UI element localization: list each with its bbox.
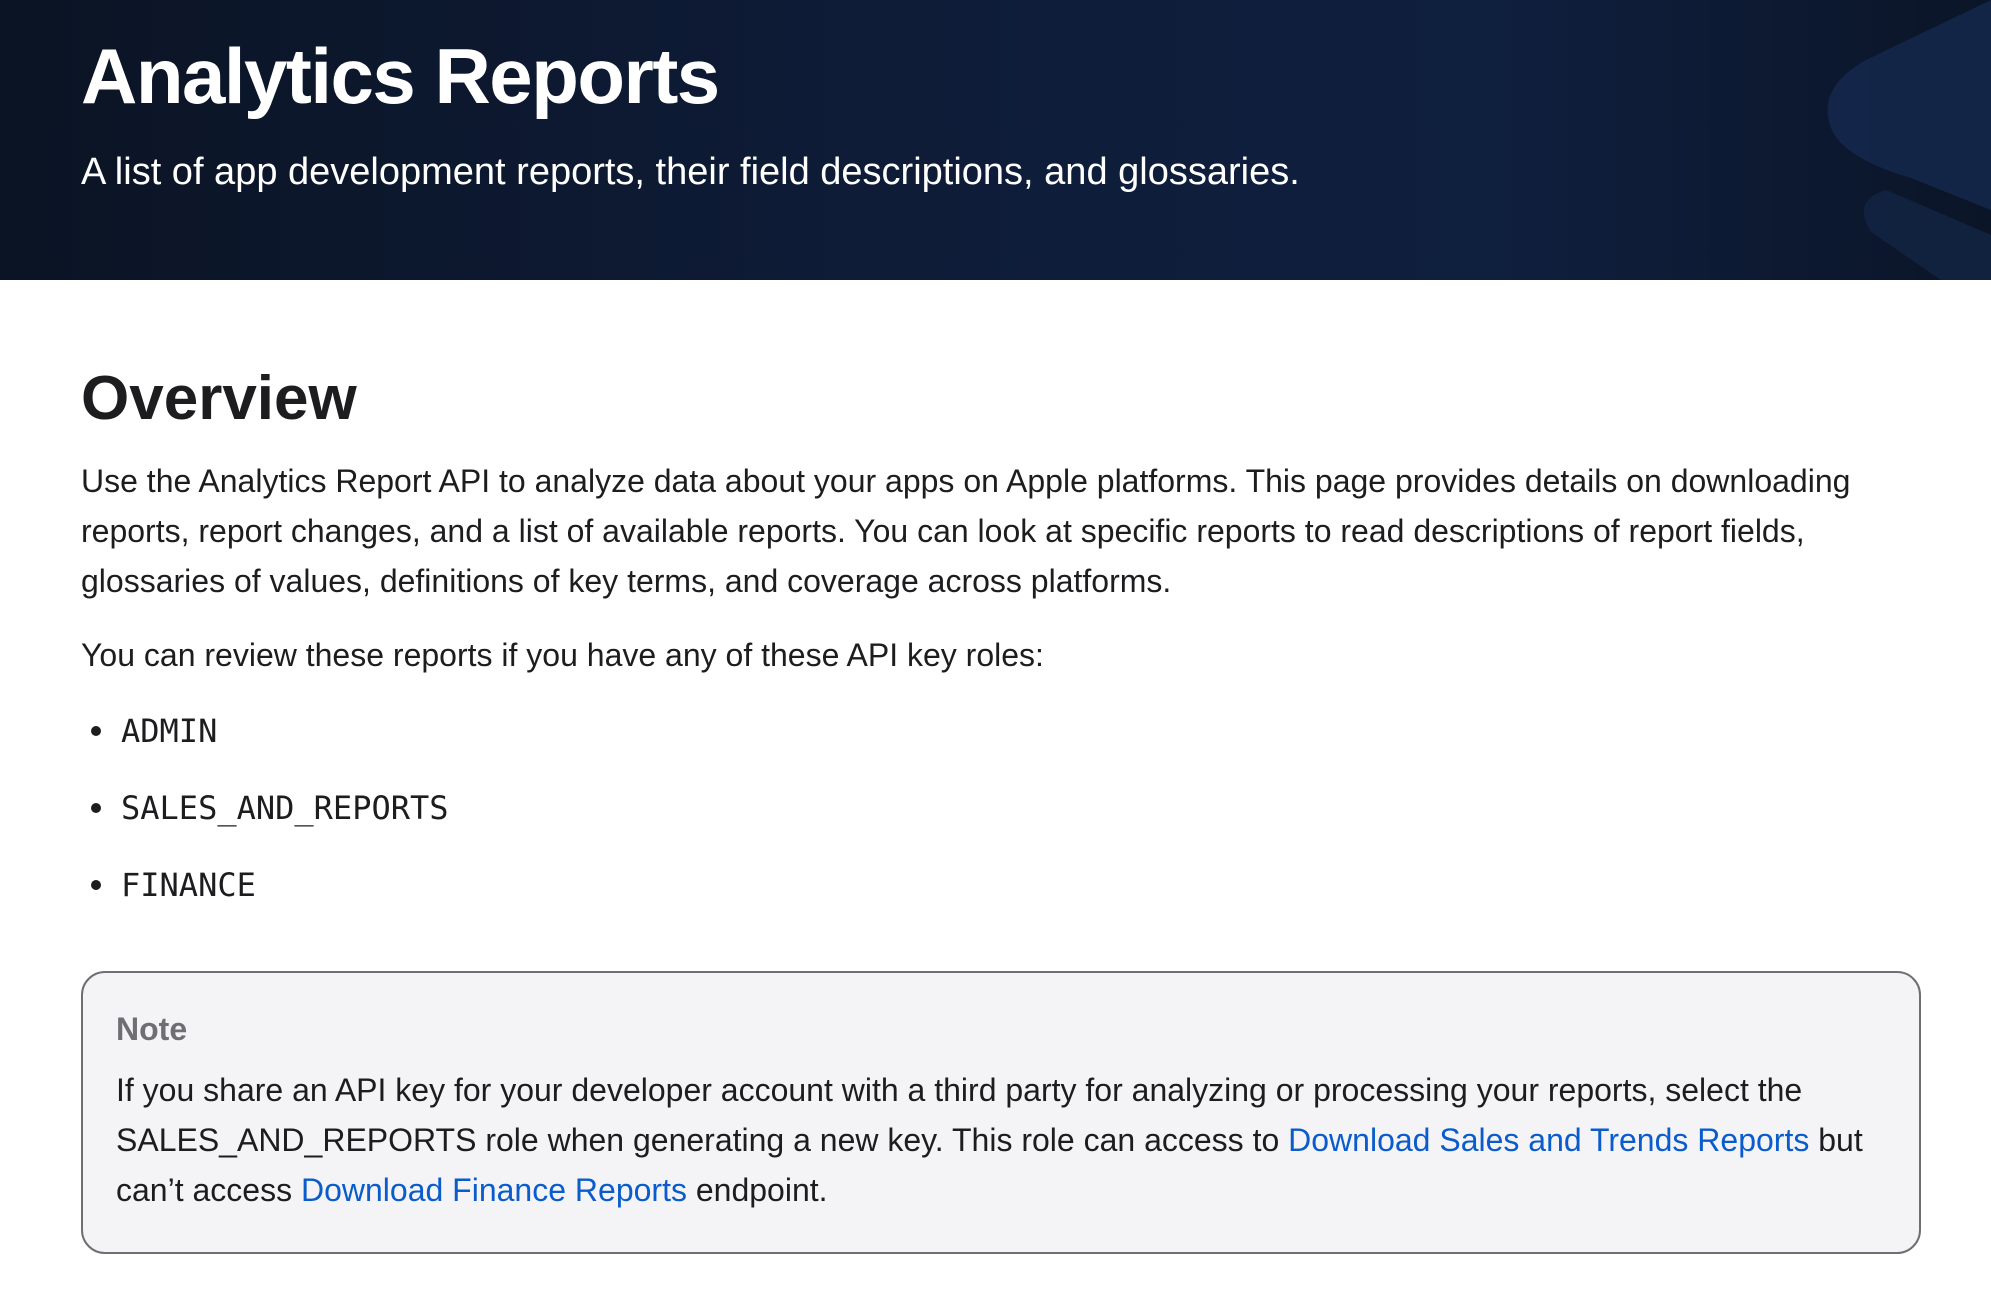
note-text: If you share an API key for your develop… (116, 1065, 1886, 1215)
page-hero: Analytics Reports A list of app developm… (0, 0, 1991, 280)
overview-heading: Overview (81, 364, 357, 433)
role-list-item: SALES_AND_REPORTS (81, 783, 1921, 860)
note-text-end: endpoint. (686, 1172, 828, 1208)
role-name: ADMIN (121, 712, 218, 750)
hero-decoration-icon (1827, 0, 1991, 280)
role-name: SALES_AND_REPORTS (121, 789, 449, 827)
download-finance-reports-link[interactable]: Download Finance Reports (301, 1172, 687, 1208)
download-sales-trends-reports-link[interactable]: Download Sales and Trends Reports (1288, 1122, 1809, 1158)
roles-intro-text: You can review these reports if you have… (81, 637, 1044, 673)
note-callout: Note If you share an API key for your de… (81, 971, 1921, 1254)
role-list-item: ADMIN (81, 706, 1921, 783)
note-label: Note (116, 1011, 188, 1047)
role-name: FINANCE (121, 866, 256, 904)
overview-paragraph: Use the Analytics Report API to analyze … (81, 463, 1851, 599)
main-content: Overview Use the Analytics Report API to… (81, 280, 1921, 1254)
bullet-icon (91, 726, 101, 736)
page-title: Analytics Reports (81, 32, 720, 120)
bullet-icon (91, 880, 101, 890)
role-list-item: FINANCE (81, 860, 1921, 937)
bullet-icon (91, 803, 101, 813)
api-key-roles-list: ADMIN SALES_AND_REPORTS FINANCE (81, 706, 1921, 937)
page-subtitle: A list of app development reports, their… (81, 151, 1300, 193)
